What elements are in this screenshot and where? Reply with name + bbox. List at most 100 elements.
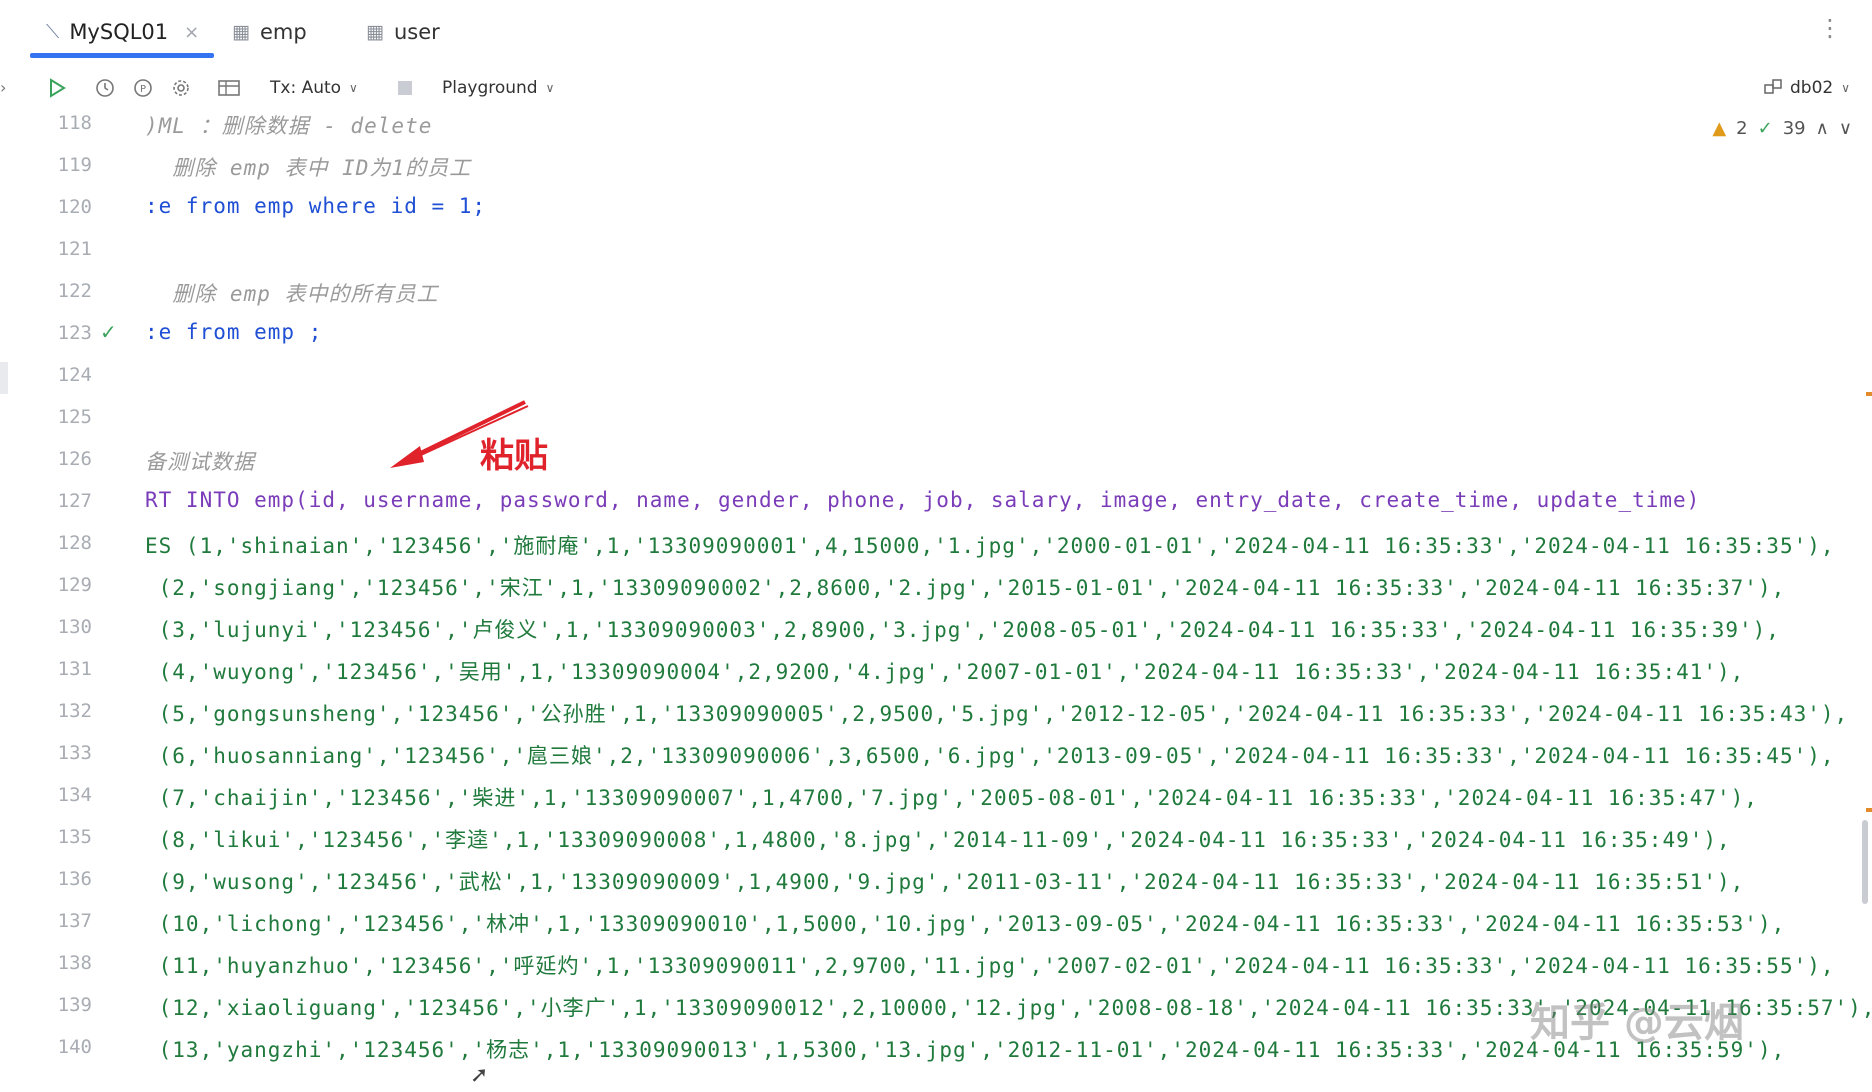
line-number: 130 bbox=[57, 616, 92, 638]
line-number: 124 bbox=[57, 364, 92, 386]
playground-label: Playground bbox=[442, 78, 538, 98]
watermark: 知乎 @云烟 bbox=[1530, 1000, 1744, 1046]
chevron-down-icon: ∨ bbox=[1841, 81, 1851, 95]
gear-icon bbox=[168, 75, 194, 101]
line-number: 119 bbox=[57, 154, 92, 176]
line-number: 133 bbox=[57, 742, 92, 764]
code-line[interactable]: 120 :e from emp where id = 1; bbox=[0, 188, 1872, 230]
play-icon bbox=[44, 75, 70, 101]
code-line[interactable]: 132 (5,'gongsunsheng','123456','公孙胜',1,'… bbox=[0, 692, 1872, 734]
code-line[interactable]: 119 删除 emp 表中 ID为1的员工 bbox=[0, 146, 1872, 188]
line-number: 125 bbox=[57, 406, 92, 428]
annotation-label: 粘贴 bbox=[480, 436, 548, 476]
tab-label: emp bbox=[259, 20, 307, 44]
line-number: 132 bbox=[57, 700, 92, 722]
code-line[interactable]: 131 (4,'wuyong','123456','吴用',1,'1330909… bbox=[0, 650, 1872, 692]
tab-label: user bbox=[393, 20, 440, 44]
error-stripe-marker[interactable] bbox=[1866, 808, 1872, 812]
svg-text:P: P bbox=[140, 84, 146, 95]
code-text: RT INTO emp(id, username, password, name… bbox=[145, 488, 1701, 512]
warning-icon: ▲ bbox=[1712, 118, 1727, 139]
code-text: (2,'songjiang','123456','宋江',1,'13309090… bbox=[145, 576, 1786, 600]
active-tab-indicator bbox=[30, 53, 214, 58]
code-text: 删除 emp 表中 ID为1的员工 bbox=[145, 156, 472, 180]
tab-mysql01[interactable]: ⟍ MySQL01 × bbox=[46, 14, 199, 50]
code-line[interactable]: 123 ✓:e from emp ; bbox=[0, 314, 1872, 356]
chevron-down-icon[interactable]: ∨ bbox=[1839, 118, 1852, 139]
sql-editor[interactable]: 118 )ML ：删除数据 - delete 119 删除 emp 表中 ID为1… bbox=[0, 104, 1872, 1092]
check-icon: ✓ bbox=[1757, 118, 1773, 139]
line-number: 123 bbox=[57, 322, 92, 344]
line-number: 126 bbox=[57, 448, 92, 470]
line-number: 118 bbox=[57, 112, 92, 134]
chevron-up-icon[interactable]: ∧ bbox=[1816, 118, 1829, 139]
code-line[interactable]: 130 (3,'lujunyi','123456','卢俊义',1,'13309… bbox=[0, 608, 1872, 650]
database-icon bbox=[1760, 75, 1786, 101]
code-line[interactable]: 138 (11,'huyanzhuo','123456','呼延灼',1,'13… bbox=[0, 944, 1872, 986]
console-icon: ⟍ bbox=[46, 21, 60, 43]
table-icon bbox=[216, 75, 242, 101]
code-line[interactable]: 118 )ML ：删除数据 - delete bbox=[0, 104, 1872, 146]
code-text: (10,'lichong','123456','林冲',1,'133090900… bbox=[145, 912, 1786, 936]
table-icon: ▦ bbox=[232, 21, 250, 43]
clock-icon bbox=[92, 75, 118, 101]
code-text: (4,'wuyong','123456','吴用',1,'13309090004… bbox=[145, 660, 1745, 684]
line-number: 139 bbox=[57, 994, 92, 1016]
line-number: 121 bbox=[57, 238, 92, 260]
code-text: (5,'gongsunsheng','123456','公孙胜',1,'1330… bbox=[145, 702, 1849, 726]
code-text: :e from emp where id = 1; bbox=[145, 194, 487, 218]
check-icon: ✓ bbox=[100, 320, 117, 344]
code-text: (7,'chaijin','123456','柴进',1,'1330909000… bbox=[145, 786, 1758, 810]
close-icon[interactable]: × bbox=[184, 22, 199, 43]
line-number: 122 bbox=[57, 280, 92, 302]
vertical-scrollbar[interactable] bbox=[1862, 820, 1868, 904]
code-text: )ML ：删除数据 - delete bbox=[145, 114, 433, 138]
line-number: 129 bbox=[57, 574, 92, 596]
editor-tab-bar: ⟍ MySQL01 × ▦ emp ▦ user ⋮ bbox=[0, 0, 1872, 62]
code-text: 备测试数据 bbox=[145, 450, 255, 474]
line-number: 138 bbox=[57, 952, 92, 974]
chevron-down-icon: ∨ bbox=[545, 81, 555, 95]
mouse-cursor-icon: ➚ bbox=[470, 1063, 489, 1088]
table-icon: ▦ bbox=[366, 21, 384, 43]
code-line[interactable]: 125 bbox=[0, 398, 1872, 440]
tab-emp[interactable]: ▦ emp bbox=[232, 14, 307, 50]
code-line[interactable]: 128 ES (1,'shinaian','123456','施耐庵',1,'13… bbox=[0, 524, 1872, 566]
pin-icon: P bbox=[130, 75, 156, 101]
code-line[interactable]: 126 备测试数据 bbox=[0, 440, 1872, 482]
line-number: 120 bbox=[57, 196, 92, 218]
ok-count: 39 bbox=[1782, 118, 1806, 139]
line-number: 137 bbox=[57, 910, 92, 932]
line-number: 136 bbox=[57, 868, 92, 890]
more-options-icon[interactable]: ⋮ bbox=[1818, 16, 1842, 40]
inspection-widget[interactable]: ▲ 2 ✓ 39 ∧ ∨ bbox=[1712, 118, 1852, 139]
code-text: 删除 emp 表中的所有员工 bbox=[145, 282, 439, 306]
stop-icon bbox=[392, 75, 418, 101]
code-text: (11,'huyanzhuo','123456','呼延灼',1,'133090… bbox=[145, 954, 1835, 978]
code-line[interactable]: 121 bbox=[0, 230, 1872, 272]
code-text: (9,'wusong','123456','武松',1,'13309090009… bbox=[145, 870, 1745, 894]
line-number: 140 bbox=[57, 1036, 92, 1058]
chevron-down-icon: ∨ bbox=[349, 81, 358, 95]
error-stripe-marker[interactable] bbox=[1866, 392, 1872, 396]
code-text: ES (1,'shinaian','123456','施耐庵',1,'13309… bbox=[145, 534, 1835, 558]
tab-user[interactable]: ▦ user bbox=[366, 14, 440, 50]
line-number: 127 bbox=[57, 490, 92, 512]
datasource-label: db02 bbox=[1790, 78, 1834, 98]
line-number: 128 bbox=[57, 532, 92, 554]
line-number: 131 bbox=[57, 658, 92, 680]
code-line[interactable]: 124 bbox=[0, 356, 1872, 398]
warning-count: 2 bbox=[1736, 118, 1748, 139]
code-line[interactable]: 127 RT INTO emp(id, username, password, n… bbox=[0, 482, 1872, 524]
code-line[interactable]: 135 (8,'likui','123456','李逵',1,'13309090… bbox=[0, 818, 1872, 860]
code-text: (3,'lujunyi','123456','卢俊义',1,'133090900… bbox=[145, 618, 1780, 642]
code-line[interactable]: 136 (9,'wusong','123456','武松',1,'1330909… bbox=[0, 860, 1872, 902]
code-text: (6,'huosanniang','123456','扈三娘',2,'13309… bbox=[145, 744, 1835, 768]
code-line[interactable]: 134 (7,'chaijin','123456','柴进',1,'133090… bbox=[0, 776, 1872, 818]
code-line[interactable]: 133 (6,'huosanniang','123456','扈三娘',2,'1… bbox=[0, 734, 1872, 776]
code-line[interactable]: 137 (10,'lichong','123456','林冲',1,'13309… bbox=[0, 902, 1872, 944]
code-line[interactable]: 122 删除 emp 表中的所有员工 bbox=[0, 272, 1872, 314]
line-number: 135 bbox=[57, 826, 92, 848]
code-line[interactable]: 129 (2,'songjiang','123456','宋江',1,'1330… bbox=[0, 566, 1872, 608]
line-number: 134 bbox=[57, 784, 92, 806]
